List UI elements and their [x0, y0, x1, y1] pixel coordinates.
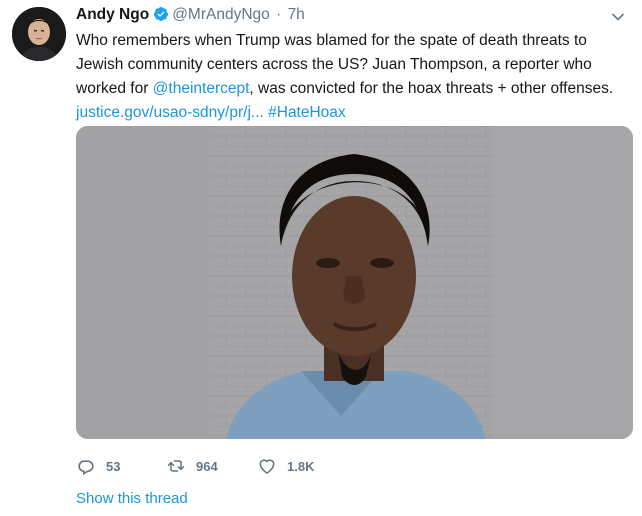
tweet-header: Andy Ngo @MrAndyNgo · 7h: [76, 6, 305, 24]
like-button[interactable]: 1.8K: [257, 455, 314, 477]
show-thread-link[interactable]: Show this thread: [76, 490, 188, 507]
author-name[interactable]: Andy Ngo: [76, 6, 149, 23]
reply-button[interactable]: 53: [76, 455, 120, 477]
heart-icon: [259, 459, 275, 474]
reply-count: 53: [106, 458, 121, 474]
retweet-icon: [167, 460, 185, 472]
retweet-button[interactable]: 964: [166, 455, 218, 477]
retweet-count: 964: [196, 458, 218, 474]
tweet-text: Who remembers when Trump was blamed for …: [76, 29, 636, 125]
avatar[interactable]: [12, 7, 66, 61]
mention-link[interactable]: @theintercept: [153, 80, 250, 97]
tweet-card[interactable]: Andy Ngo @MrAndyNgo · 7h Who remembers wh…: [0, 0, 642, 516]
reply-icon: [78, 460, 94, 476]
url-link[interactable]: justice.gov/usao-sdny/pr/j...: [76, 104, 264, 121]
verified-badge-icon: [154, 7, 169, 21]
hashtag-link[interactable]: #HateHoax: [268, 104, 346, 121]
tweet-text-part2: , was convicted for the hoax threats + o…: [249, 80, 614, 97]
separator-dot: ·: [276, 6, 282, 23]
author-handle[interactable]: @MrAndyNgo: [172, 6, 270, 23]
chevron-down-icon[interactable]: [611, 10, 625, 24]
tweet-photo[interactable]: [76, 126, 633, 439]
like-count: 1.8K: [287, 458, 315, 474]
tweet-timestamp[interactable]: 7h: [288, 6, 305, 23]
